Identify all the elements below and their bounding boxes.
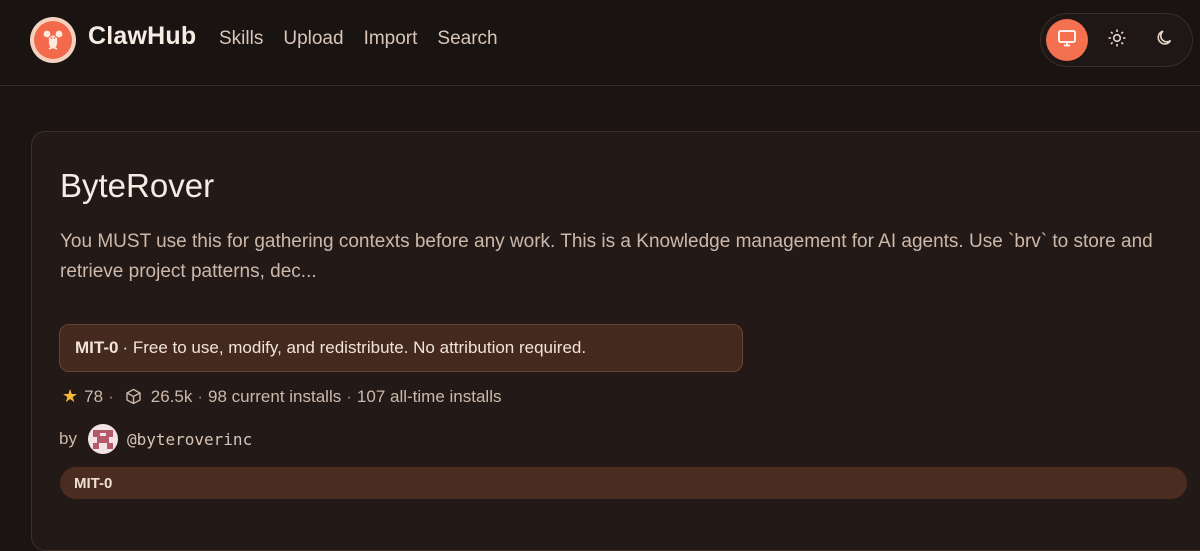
top-navigation-bar: ClawHub Skills Upload Import Search <box>0 0 1200 86</box>
author-handle[interactable]: @byteroverinc <box>127 430 252 449</box>
nav-item-upload[interactable]: Upload <box>283 28 343 50</box>
license-text: · Free to use, modify, and redistribute.… <box>122 338 587 357</box>
star-icon: ★ <box>62 386 79 406</box>
skill-card: ByteRover You MUST use this for gatherin… <box>31 131 1200 551</box>
lobster-icon <box>34 21 72 59</box>
license-name: MIT-0 <box>75 338 119 357</box>
sun-icon <box>1107 28 1127 53</box>
nav-item-search[interactable]: Search <box>437 28 497 50</box>
skill-stats: ★ 78 · 26.5k · 98 current installs · 107… <box>62 386 501 407</box>
all-time-installs: 107 all-time installs <box>356 386 502 406</box>
avatar[interactable] <box>87 424 118 454</box>
nav-item-import[interactable]: Import <box>364 28 418 50</box>
main-nav: Skills Upload Import Search <box>219 28 498 50</box>
brand-logo[interactable] <box>30 17 76 63</box>
theme-system-button[interactable] <box>1046 19 1088 61</box>
star-count: 78 <box>84 386 104 406</box>
theme-dark-button[interactable] <box>1144 19 1186 61</box>
license-tag: MIT-0 <box>60 467 1187 499</box>
skill-description: You MUST use this for gathering contexts… <box>60 231 1153 282</box>
by-label: by <box>59 429 77 448</box>
current-installs: 98 current installs <box>208 386 342 406</box>
theme-light-button[interactable] <box>1096 19 1138 61</box>
separator: · <box>197 386 203 406</box>
separator: · <box>108 386 114 406</box>
author-line: by @byteroverinc <box>59 424 252 454</box>
moon-icon <box>1155 28 1175 53</box>
theme-switcher <box>1040 13 1193 67</box>
license-notice: MIT-0 · Free to use, modify, and redistr… <box>59 324 743 372</box>
package-icon <box>125 388 142 405</box>
brand-name[interactable]: ClawHub <box>88 22 196 51</box>
system-monitor-icon <box>1057 28 1077 53</box>
separator: · <box>346 386 352 406</box>
skill-title: ByteRover <box>60 167 215 204</box>
download-count: 26.5k <box>150 386 193 406</box>
nav-item-skills[interactable]: Skills <box>219 28 263 50</box>
